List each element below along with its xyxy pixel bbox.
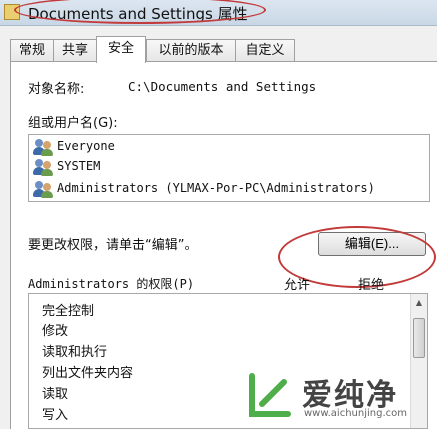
change-permissions-hint: 要更改权限，请单击“编辑”。	[28, 238, 198, 253]
user-name: Administrators (YLMAX-Por-PC\Administrat…	[57, 181, 375, 195]
scroll-thumb[interactable]	[413, 318, 425, 358]
permission-read-execute: 读取和执行	[42, 345, 108, 360]
object-name-value: C:\Documents and Settings	[128, 79, 317, 94]
group-or-user-label: 组或用户名(G):	[28, 116, 118, 131]
folder-icon	[4, 4, 20, 20]
object-name-label: 对象名称:	[28, 82, 85, 97]
user-name: SYSTEM	[57, 159, 101, 173]
tab-customize[interactable]: 自定义	[235, 39, 295, 62]
tab-general[interactable]: 常规	[10, 39, 54, 62]
users-icon	[33, 180, 53, 198]
allow-column-header: 允许	[284, 278, 311, 293]
window-title: Documents and Settings 属性	[28, 5, 248, 23]
tab-sharing[interactable]: 共享	[53, 39, 97, 62]
user-list[interactable]: Everyone SYSTEM Administrators (YLMAX-Po…	[28, 134, 430, 202]
permissions-scrollbar[interactable]: ▲	[410, 294, 427, 428]
edit-button[interactable]: 编辑(E)...	[318, 232, 426, 256]
permission-modify: 修改	[42, 324, 69, 339]
permissions-label: Administrators 的权限(P)	[28, 277, 195, 291]
scroll-up-arrow-icon[interactable]: ▲	[411, 294, 427, 311]
permission-write: 写入	[42, 408, 69, 423]
permissions-list[interactable]: 完全控制 修改 读取和执行 列出文件夹内容 读取 写入 ▲	[28, 293, 428, 429]
tab-security[interactable]: 安全	[96, 36, 146, 63]
permission-full-control: 完全控制	[42, 304, 95, 319]
deny-column-header: 拒绝	[358, 278, 385, 293]
users-icon	[33, 158, 53, 176]
title-bar: Documents and Settings 属性	[0, 0, 437, 26]
user-name: Everyone	[57, 139, 115, 153]
permission-read: 读取	[42, 387, 69, 402]
tab-previous-versions[interactable]: 以前的版本	[146, 39, 236, 62]
tab-strip: 常规 共享 安全 以前的版本 自定义	[10, 36, 430, 63]
permission-list-folder: 列出文件夹内容	[42, 366, 134, 381]
users-icon	[33, 138, 53, 156]
